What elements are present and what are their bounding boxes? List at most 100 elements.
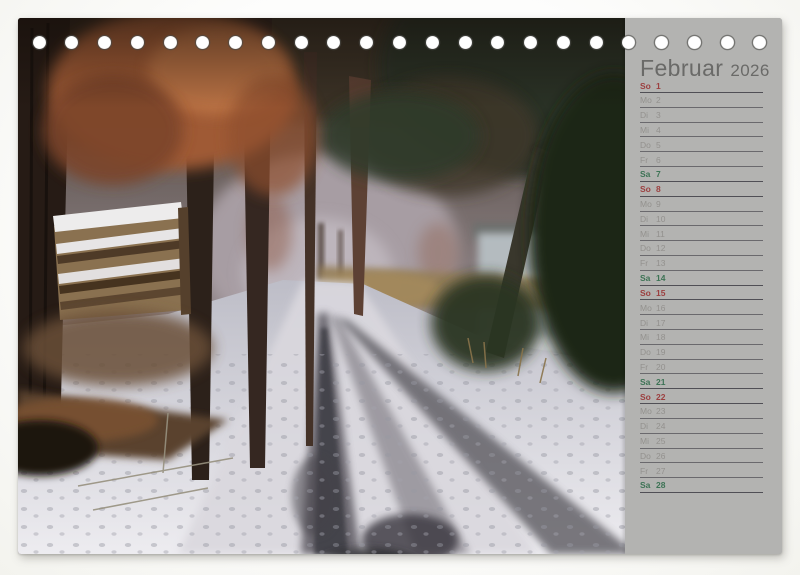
binding-hole: [590, 36, 603, 49]
day-number: 19: [656, 348, 665, 357]
day-row: Sa21: [640, 374, 763, 389]
day-weekday-label: Mi: [640, 437, 656, 446]
day-row: So15: [640, 286, 763, 301]
day-weekday-label: Di: [640, 422, 656, 431]
binding-hole: [131, 36, 144, 49]
day-row: Do5: [640, 137, 763, 152]
day-number: 20: [656, 363, 665, 372]
day-weekday-label: Sa: [640, 378, 656, 387]
day-weekday-label: Di: [640, 215, 656, 224]
day-number: 27: [656, 467, 665, 476]
binding-hole: [164, 36, 177, 49]
day-number: 14: [656, 274, 665, 283]
binding-hole: [491, 36, 504, 49]
day-number: 4: [656, 126, 661, 135]
day-row: So8: [640, 182, 763, 197]
day-row: Sa7: [640, 167, 763, 182]
day-row: Di3: [640, 108, 763, 123]
day-weekday-label: Fr: [640, 259, 656, 268]
day-weekday-label: Do: [640, 452, 656, 461]
binding-hole: [753, 36, 766, 49]
day-number: 28: [656, 481, 665, 490]
day-row: Mo2: [640, 93, 763, 108]
day-number: 24: [656, 422, 665, 431]
calendar-page: Februar2026 So1Mo2Di3Mi4Do5Fr6Sa7So8Mo9D…: [18, 18, 782, 554]
day-row: Mi18: [640, 330, 763, 345]
day-row: Mi4: [640, 123, 763, 138]
day-weekday-label: Sa: [640, 481, 656, 490]
binding-hole: [327, 36, 340, 49]
day-number: 12: [656, 244, 665, 253]
winter-path-photo: [18, 18, 625, 554]
day-weekday-label: Mo: [640, 200, 656, 209]
day-number: 26: [656, 452, 665, 461]
day-row: Di24: [640, 419, 763, 434]
day-weekday-label: So: [640, 185, 656, 194]
day-number: 8: [656, 185, 661, 194]
day-row: Fr13: [640, 256, 763, 271]
day-number: 17: [656, 319, 665, 328]
binding-hole: [262, 36, 275, 49]
day-weekday-label: Mi: [640, 230, 656, 239]
day-weekday-label: Sa: [640, 274, 656, 283]
spiral-binding-holes: [18, 18, 782, 66]
day-number: 22: [656, 393, 665, 402]
day-number: 23: [656, 407, 665, 416]
day-row: Do12: [640, 241, 763, 256]
day-row: Do19: [640, 345, 763, 360]
day-number: 15: [656, 289, 665, 298]
day-row: Sa28: [640, 478, 763, 493]
day-weekday-label: Mo: [640, 304, 656, 313]
day-row: Mi11: [640, 226, 763, 241]
day-weekday-label: So: [640, 82, 656, 91]
day-weekday-label: Do: [640, 244, 656, 253]
binding-hole: [622, 36, 635, 49]
day-number: 5: [656, 141, 661, 150]
day-rows: So1Mo2Di3Mi4Do5Fr6Sa7So8Mo9Di10Mi11Do12F…: [640, 78, 763, 493]
day-number: 1: [656, 82, 661, 91]
binding-hole: [33, 36, 46, 49]
binding-hole: [524, 36, 537, 49]
binding-hole: [196, 36, 209, 49]
day-weekday-label: Mo: [640, 407, 656, 416]
day-row: Mo16: [640, 300, 763, 315]
day-number: 11: [656, 230, 665, 239]
binding-hole: [426, 36, 439, 49]
day-weekday-label: Mi: [640, 333, 656, 342]
binding-hole: [65, 36, 78, 49]
day-weekday-label: Sa: [640, 170, 656, 179]
day-row: Fr6: [640, 152, 763, 167]
day-row: Mo23: [640, 404, 763, 419]
binding-hole: [393, 36, 406, 49]
day-number: 16: [656, 304, 665, 313]
day-row: Mo9: [640, 197, 763, 212]
day-row: Do26: [640, 449, 763, 464]
day-row: Mi25: [640, 434, 763, 449]
calendar-notes-panel: Februar2026 So1Mo2Di3Mi4Do5Fr6Sa7So8Mo9D…: [625, 18, 782, 554]
binding-hole: [655, 36, 668, 49]
log-pile: [53, 202, 191, 320]
day-weekday-label: Di: [640, 319, 656, 328]
day-number: 9: [656, 200, 661, 209]
day-number: 13: [656, 259, 665, 268]
binding-hole: [229, 36, 242, 49]
day-row: Fr27: [640, 463, 763, 478]
day-row: Sa14: [640, 271, 763, 286]
binding-hole: [295, 36, 308, 49]
binding-hole: [557, 36, 570, 49]
day-row: So1: [640, 78, 763, 93]
day-row: Fr20: [640, 360, 763, 375]
calendar-product-shot: Februar2026 So1Mo2Di3Mi4Do5Fr6Sa7So8Mo9D…: [0, 0, 800, 575]
day-number: 10: [656, 215, 665, 224]
day-weekday-label: Fr: [640, 156, 656, 165]
day-row: Di17: [640, 315, 763, 330]
day-weekday-label: Do: [640, 348, 656, 357]
day-number: 6: [656, 156, 661, 165]
day-row: Di10: [640, 212, 763, 227]
day-row: So22: [640, 389, 763, 404]
day-weekday-label: So: [640, 393, 656, 402]
day-number: 18: [656, 333, 665, 342]
binding-hole: [721, 36, 734, 49]
day-weekday-label: Mi: [640, 126, 656, 135]
binding-hole: [459, 36, 472, 49]
